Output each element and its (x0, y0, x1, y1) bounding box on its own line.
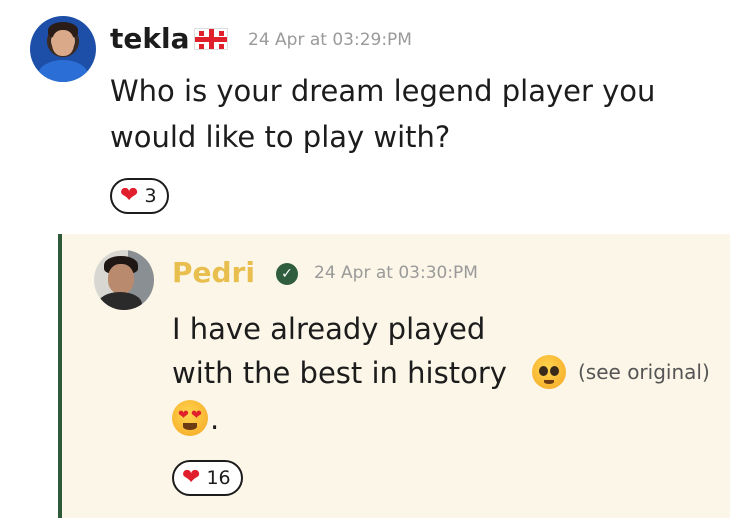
author-name-pedri[interactable]: Pedri (172, 256, 255, 289)
georgia-flag-icon (194, 28, 228, 50)
heart-icon: ❤ (120, 183, 139, 208)
message-text-line: would like to play with? (110, 120, 451, 154)
see-original-link[interactable]: (see original) (578, 360, 710, 384)
author-name-tekla[interactable]: tekla (110, 22, 190, 55)
heart-icon: ❤ (182, 465, 201, 490)
message-text-line: I have already played (172, 312, 486, 346)
reaction-heart-button[interactable]: ❤ 3 (110, 178, 169, 214)
reaction-count: 16 (206, 467, 231, 489)
check-circle-icon: ✓ (276, 263, 298, 285)
reaction-heart-button[interactable]: ❤ 16 (172, 460, 243, 496)
user-avatar-pedri[interactable] (94, 250, 154, 310)
message-text-line: Who is your dream legend player you (110, 74, 656, 108)
message-text-period: . (210, 402, 220, 436)
heart-eyes-emoji-icon: ❤ ❤ (172, 400, 208, 436)
pleading-face-emoji-icon (532, 355, 566, 389)
message-timestamp: 24 Apr at 03:29:PM (248, 30, 412, 50)
message-timestamp: 24 Apr at 03:30:PM (314, 263, 478, 283)
message-text-line: with the best in history (172, 356, 507, 390)
user-avatar-tekla[interactable] (30, 16, 96, 82)
reaction-count: 3 (144, 185, 157, 207)
